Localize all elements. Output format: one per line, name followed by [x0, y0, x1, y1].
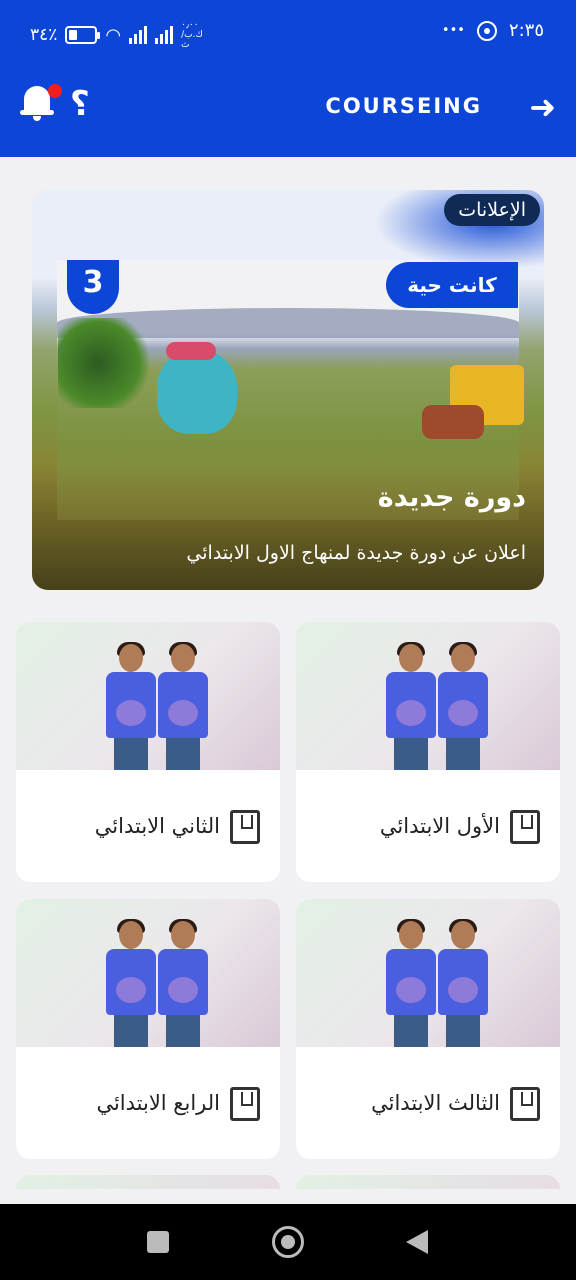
announcements-badge: الإعلانات: [444, 194, 540, 226]
status-bar: ٣٤٪ ◠ ٠٫٠٠ ك.ب/ث ••• ٢:٣٥: [0, 0, 576, 64]
home-button[interactable]: [272, 1226, 304, 1258]
app-logo: COURSEING: [325, 94, 482, 118]
grade-card-partial[interactable]: [296, 1175, 560, 1189]
status-right: ••• ٢:٣٥: [442, 20, 544, 41]
book-icon: [230, 810, 260, 844]
system-nav-bar: [0, 1204, 576, 1280]
help-button[interactable]: ؟: [70, 84, 90, 124]
grade-card-image: [296, 622, 560, 770]
clock: ٢:٣٥: [508, 20, 544, 41]
student-figure: [382, 919, 440, 1047]
wifi-icon: ◠: [105, 24, 122, 46]
notification-dot: [48, 84, 62, 98]
whatsapp-icon: [476, 20, 497, 41]
banner-bush: [58, 318, 158, 408]
episode-number-badge: 3: [67, 260, 119, 314]
announcement-title: دورة جديدة: [377, 482, 526, 513]
student-figure: [434, 919, 492, 1047]
grade-label: الأول الابتدائي: [379, 814, 500, 838]
grade-card-image: [296, 899, 560, 1047]
student-figure: [382, 642, 440, 770]
status-left: ٣٤٪ ◠ ٠٫٠٠ ك.ب/ث: [30, 20, 211, 50]
system-back-button[interactable]: [406, 1230, 428, 1254]
grade-label: الثاني الابتدائي: [94, 814, 220, 838]
banner-logs: [422, 405, 484, 439]
banner-character: [157, 350, 237, 434]
live-tag: كانت حية: [386, 262, 518, 308]
app-header: ٣٤٪ ◠ ٠٫٠٠ ك.ب/ث ••• ٢:٣٥ ؟ COURSEING ➜: [0, 0, 576, 157]
grade-card-4[interactable]: الرابع الابتدائي: [16, 899, 280, 1159]
back-button[interactable]: ➜: [529, 88, 556, 126]
student-figure: [154, 919, 212, 1047]
app-bar: ؟ COURSEING ➜: [0, 70, 576, 146]
signal-icon: [129, 26, 148, 44]
announcement-banner[interactable]: 3 كانت حية الإعلانات دورة جديدة اعلان عن…: [32, 190, 544, 590]
recents-button[interactable]: [147, 1231, 169, 1253]
scroll-gutter: [0, 1189, 576, 1204]
student-figure: [434, 642, 492, 770]
network-speed: ٠٫٠٠ ك.ب/ث: [181, 20, 203, 50]
grade-card-image: [16, 899, 280, 1047]
banner-character-hat: [166, 342, 216, 360]
grade-card-2[interactable]: الثاني الابتدائي: [16, 622, 280, 882]
grade-label: الرابع الابتدائي: [96, 1091, 220, 1115]
book-icon: [510, 810, 540, 844]
battery-icon: [65, 26, 101, 44]
grade-label: الثالث الابتدائي: [371, 1091, 500, 1115]
notification-button[interactable]: [20, 84, 62, 122]
battery-percent: ٣٤٪: [30, 25, 58, 45]
more-dots: •••: [441, 23, 465, 38]
grade-card-1[interactable]: الأول الابتدائي: [296, 622, 560, 882]
grade-card-image: [16, 622, 280, 770]
student-figure: [102, 919, 160, 1047]
grade-card-partial[interactable]: [16, 1175, 280, 1189]
book-icon: [230, 1087, 260, 1121]
signal-icon-2: [155, 26, 174, 44]
student-figure: [102, 642, 160, 770]
announcement-description: اعلان عن دورة جديدة لمنهاج الاول الابتدا…: [186, 542, 526, 564]
grade-card-3[interactable]: الثالث الابتدائي: [296, 899, 560, 1159]
student-figure: [154, 642, 212, 770]
battery-fill: [69, 30, 78, 40]
book-icon: [510, 1087, 540, 1121]
